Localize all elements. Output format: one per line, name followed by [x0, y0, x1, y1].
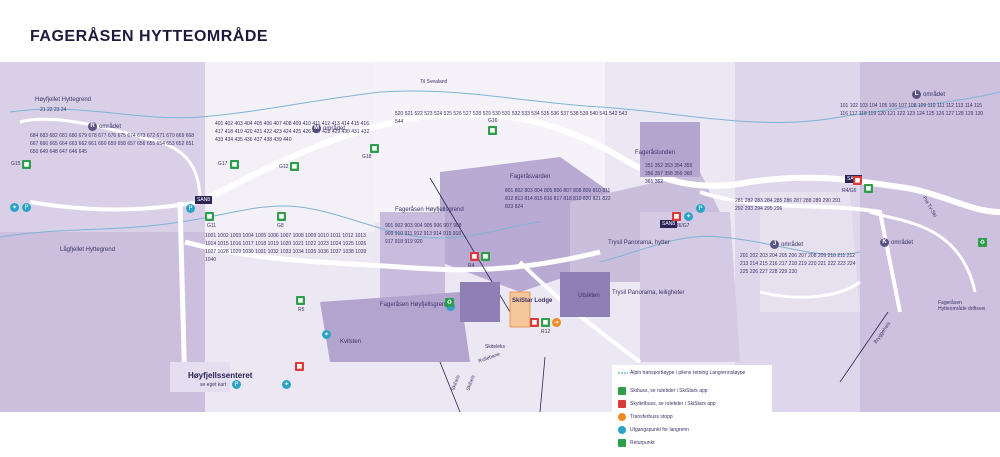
utgang-icon[interactable]: ✦ [282, 380, 291, 389]
stop-code: G17 [218, 161, 228, 167]
stop-code: G8 [277, 223, 284, 229]
stop-code: R4/G6 [842, 188, 857, 194]
area-letter-r: R [88, 122, 97, 131]
utgang-icon[interactable]: ✦ [322, 330, 331, 339]
cabin-group-top: 520 521 522 523 524 525 526 527 528 529 … [395, 111, 628, 125]
cabin-group-nw: 21 22 23 24 [40, 107, 67, 113]
cabin-group-r: 684 683 682 681 680 679 678 677 676 675 … [30, 133, 195, 155]
utgang-icon[interactable]: ✦ [684, 212, 693, 221]
label-hoyfjellsgrend: Fageråsen Høyfjellsgrend [395, 207, 464, 213]
zone-utsikten [640, 212, 740, 362]
label-panorama-leiligheter: Trysil Panorama, leiligheter [612, 290, 685, 296]
label-r-omradet: området [99, 124, 122, 130]
area-letter-j: J [770, 240, 779, 249]
cabin-group-west: 1001 1002 1003 1004 1005 1006 1007 1008 … [205, 233, 367, 263]
label-skistar-lodge[interactable]: SkiStar Lodge [512, 298, 552, 304]
stop-code: R4 [468, 263, 475, 269]
label-lagfjellet: Lågfjellet Hyttegrend [60, 247, 116, 253]
skibuss-icon[interactable]: ■ [296, 296, 305, 305]
label-kvilsten: Kvilsten [340, 339, 362, 345]
stop-code: G15 [11, 161, 21, 167]
parking-icon[interactable]: P [186, 204, 195, 213]
skibuss-icon[interactable]: ■ [481, 252, 490, 261]
skibuss-icon[interactable]: ■ [864, 184, 873, 193]
label-fagerasvarden: Fageråsvarden [510, 174, 551, 180]
cabin-group-j: 201 202 203 204 205 206 207 208 209 210 … [740, 253, 856, 275]
skibuss-icon[interactable]: ■ [488, 126, 497, 135]
dashed-line-icon [618, 372, 628, 374]
skyttelbuss-icon[interactable]: ■ [672, 212, 681, 221]
legend: Alpin transportløype i pilens retning La… [612, 365, 772, 457]
cabin-group-fk: 351 352 353 354 355 356 357 358 359 360 … [645, 163, 693, 185]
skibuss-icon[interactable]: ■ [370, 144, 379, 153]
utgang-icon [618, 426, 626, 434]
parking-icon[interactable]: P [696, 204, 705, 213]
label-fageraslunden: Fageråslunden [635, 150, 676, 156]
skyttelbuss-icon[interactable]: ■ [470, 252, 479, 261]
skyttelbuss-icon [618, 400, 626, 408]
skibuss-icon[interactable]: ■ [205, 212, 214, 221]
cabin-group-center2: 901 902 903 904 905 906 907 908 909 910 … [385, 223, 462, 245]
cabin-group-k: 281 282 283 284 285 286 287 288 289 290 … [735, 198, 841, 212]
label-hoyfjellet: Høyfjellet Hyttegrend [35, 97, 92, 103]
skibuss-icon [618, 387, 626, 395]
label-se-eget-kart: se eget kart [200, 382, 227, 388]
header: FAGERÅSEN HYTTEOMRÅDE [0, 0, 1000, 62]
parking-icon[interactable]: P [22, 203, 31, 212]
label-j-omradet: området [781, 242, 804, 248]
transfer-icon[interactable]: ➜ [552, 318, 561, 327]
area-letter-l: L [912, 90, 921, 99]
label-l-omradet: området [923, 92, 946, 98]
retur-icon[interactable]: ♻ [978, 238, 987, 247]
road-tv-svealand: Til Svealand [420, 79, 448, 85]
skibuss-icon[interactable]: ■ [22, 160, 31, 169]
label-utsikten: Utsikten [578, 293, 600, 299]
cabin-group-center: 801 802 803 804 805 806 807 808 809 810 … [505, 188, 611, 210]
retur-icon [618, 439, 626, 447]
parking-icon[interactable]: P [232, 380, 241, 389]
label-k-omradet: området [891, 240, 914, 246]
label-hoyfjellssenteret[interactable]: Høyfjellssenteret [188, 371, 252, 380]
stop-code: R6/G7 [675, 223, 690, 229]
skibuss-icon[interactable]: ■ [290, 162, 299, 171]
stop-code: G18 [362, 154, 372, 160]
label-panorama-hytter: Trysil Panorama, hytter [608, 240, 670, 246]
stop-code: R12 [541, 329, 551, 335]
skyttelbuss-icon[interactable]: ■ [530, 318, 539, 327]
utgang-icon[interactable]: ✦ [10, 203, 19, 212]
skibuss-icon[interactable]: ■ [230, 160, 239, 169]
cabin-group-m: 401 402 403 404 405 406 407 408 409 410 … [215, 121, 370, 143]
label-fagerasen-langrend: Fageråsen Høyfjellsgrend [380, 302, 449, 308]
skyttelbuss-icon[interactable]: ■ [853, 176, 862, 185]
map[interactable]: Høyfjellet Hyttegrend R området M område… [0, 62, 1000, 457]
retur-icon[interactable]: ♻ [445, 298, 454, 307]
area-letter-k: K [880, 238, 889, 247]
skibuss-icon[interactable]: ■ [277, 212, 286, 221]
label-driftsvei: Fageråsen Hytteområde driftsvei [938, 300, 986, 312]
skyttelbuss-icon[interactable]: ■ [295, 362, 304, 371]
cabin-group-l: 101 102 103 104 105 106 107 108 109 110 … [840, 103, 984, 117]
san-label-1: SAN8 [195, 196, 213, 204]
page-title: FAGERÅSEN HYTTEOMRÅDE [30, 28, 269, 45]
transfer-icon [618, 413, 626, 421]
stop-code: R5 [298, 307, 305, 313]
road-skiteleks: Skiteleks [485, 344, 506, 350]
stop-code: G11 [207, 223, 217, 229]
skibuss-icon[interactable]: ■ [541, 318, 550, 327]
stop-code: G12 [279, 164, 289, 170]
